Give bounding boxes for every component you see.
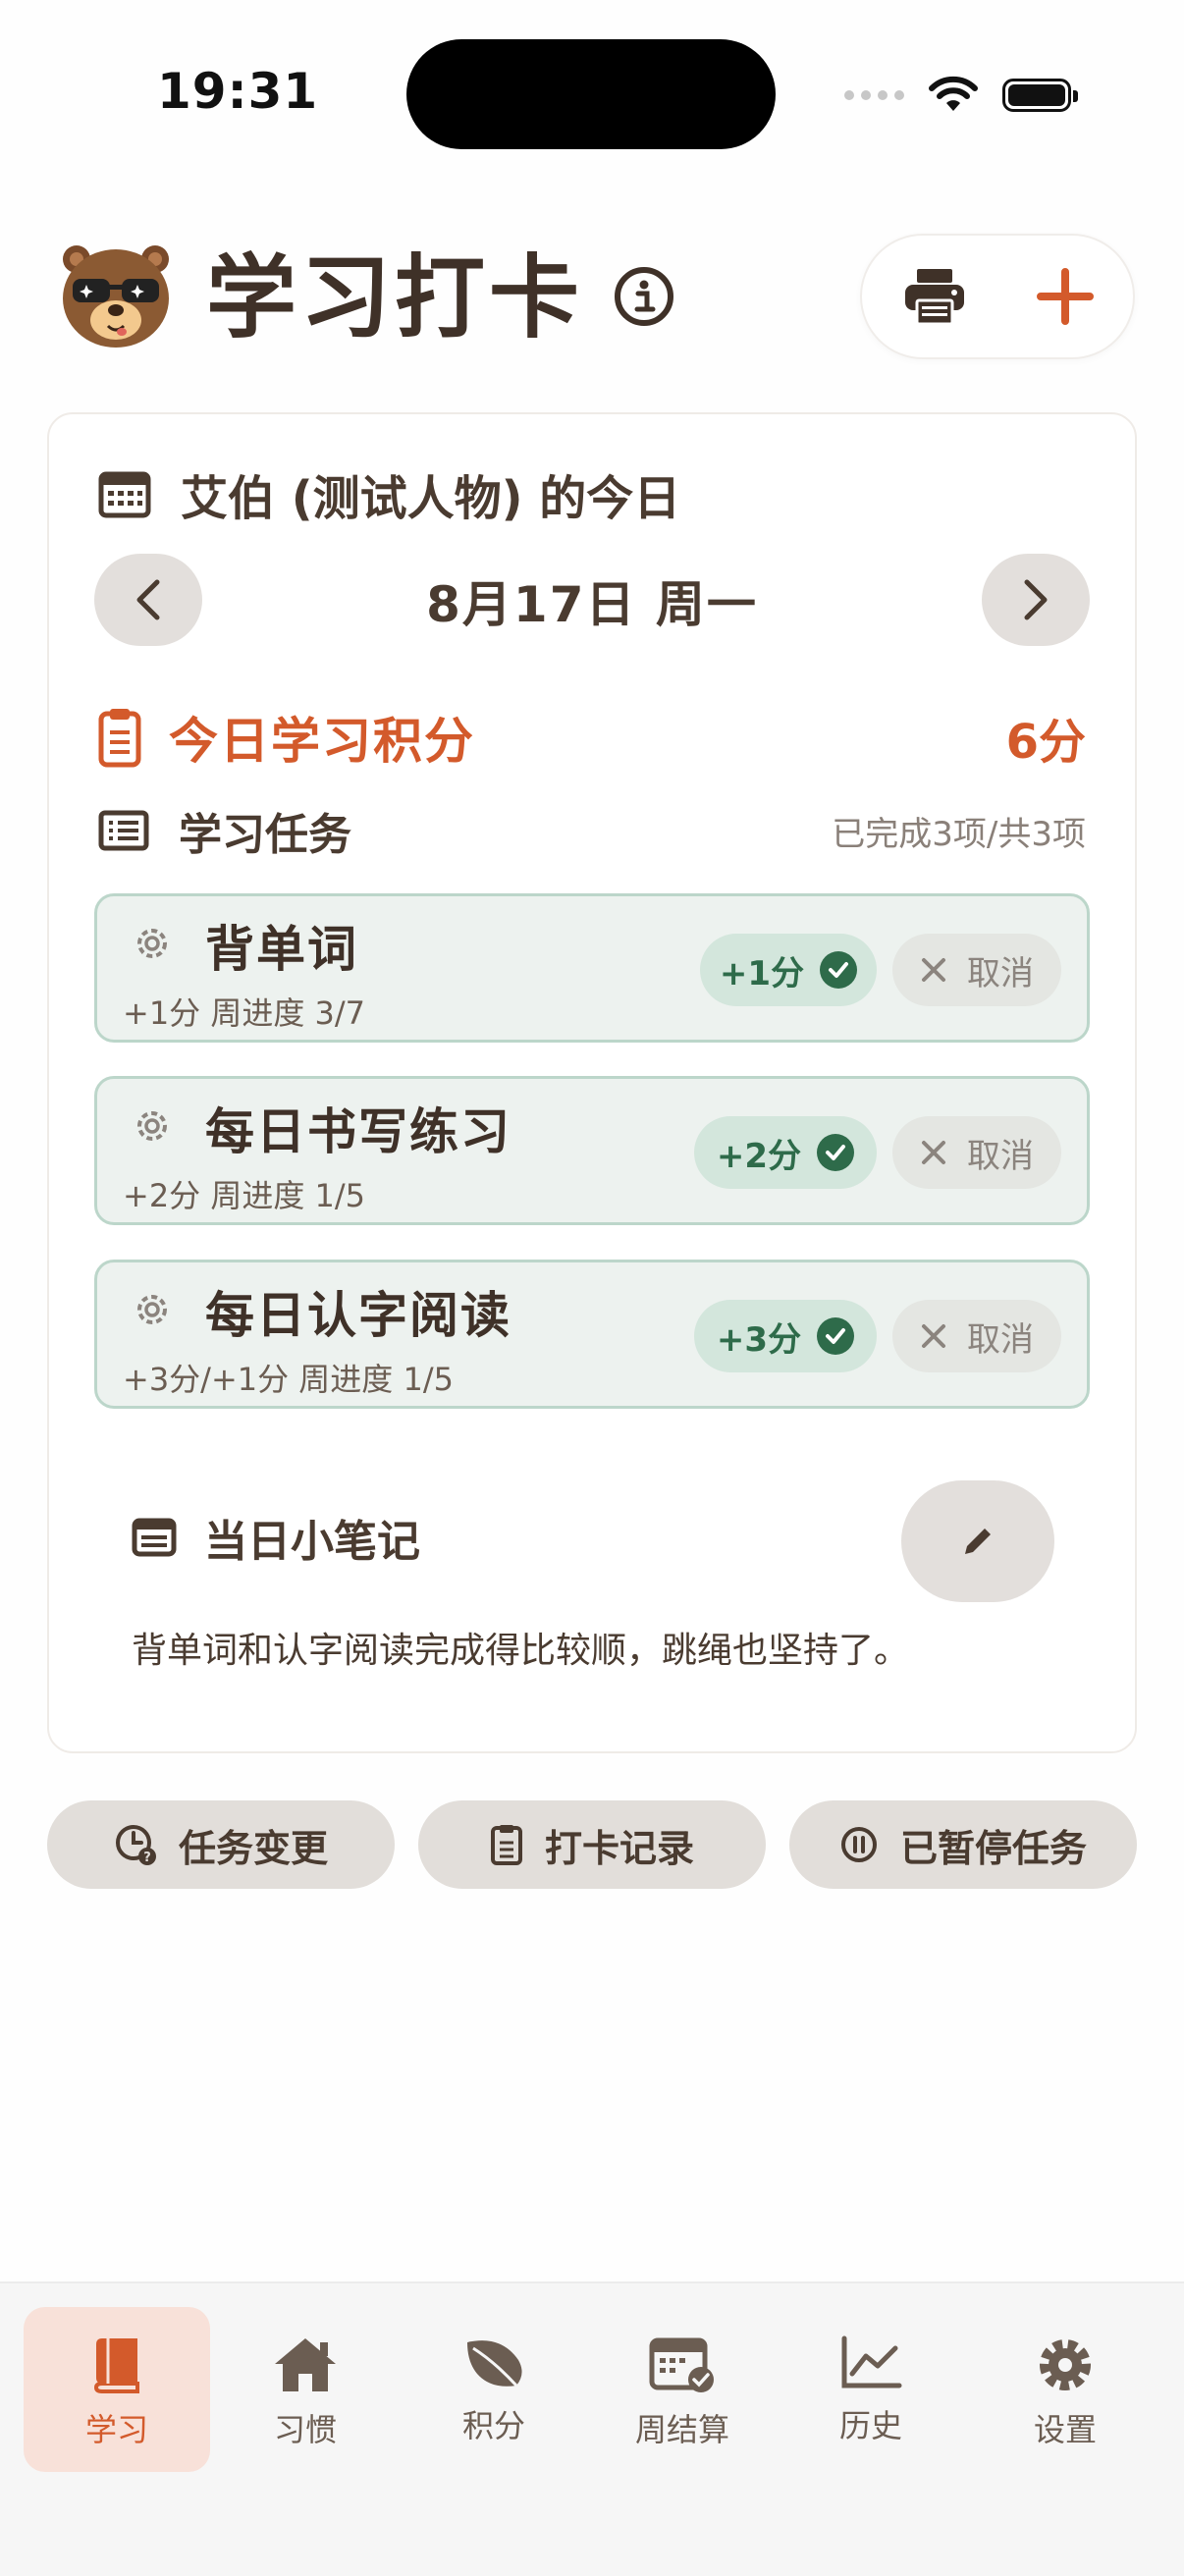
card-heading-text: 艾伯 (测试人物) 的今日 — [181, 471, 681, 526]
task-card[interactable]: 每日书写练习 +2分 周进度 1/5 +2分 取消 — [94, 1076, 1090, 1225]
task-card[interactable]: 每日认字阅读 +3分/+1分 周进度 1/5 +3分 取消 — [94, 1260, 1090, 1409]
task-name: 每日认字阅读 — [205, 1287, 511, 1344]
check-circle-icon — [817, 1317, 855, 1355]
checkin-records-label: 打卡记录 — [544, 1826, 694, 1870]
task-points: +2分 — [716, 1136, 802, 1176]
tab-habits[interactable]: 习惯 — [212, 2307, 399, 2472]
info-icon[interactable] — [613, 265, 675, 328]
calendar-check-icon — [649, 2337, 714, 2392]
task-cancel-label: 取消 — [967, 953, 1034, 993]
close-icon — [922, 1324, 945, 1348]
gear-icon[interactable] — [133, 1290, 172, 1329]
notes-title: 当日小笔记 — [204, 1517, 420, 1567]
status-time: 19:31 — [157, 63, 319, 120]
book-icon — [93, 2338, 139, 2393]
task-cancel-button[interactable]: 取消 — [892, 934, 1061, 1006]
note-icon — [132, 1518, 177, 1557]
signal-icon — [844, 90, 904, 100]
line-chart-icon — [841, 2335, 902, 2388]
task-done-badge[interactable]: +3分 — [694, 1300, 877, 1372]
daily-score-row: 今日学习积分 6分 — [98, 703, 1086, 772]
tab-history-label: 历史 — [838, 2407, 902, 2444]
list-icon — [98, 810, 149, 851]
task-cancel-label: 取消 — [967, 1319, 1034, 1360]
leaf-icon — [467, 2340, 522, 2388]
prev-day-button[interactable] — [94, 554, 202, 646]
next-day-button[interactable] — [982, 554, 1090, 646]
task-meta: +2分 周进度 1/5 — [123, 1177, 366, 1214]
task-meta: +3分/+1分 周进度 1/5 — [123, 1361, 454, 1398]
tasks-summary: 已完成3项/共3项 — [832, 814, 1086, 854]
dynamic-island — [406, 39, 776, 149]
task-done-badge[interactable]: +2分 — [694, 1116, 877, 1189]
date-label: 8月17日 周一 — [426, 576, 758, 633]
chevron-left-icon — [136, 579, 160, 620]
task-card[interactable]: 背单词 +1分 周进度 3/7 +1分 取消 — [94, 893, 1090, 1043]
tab-points[interactable]: 积分 — [401, 2307, 587, 2472]
tab-habits-label: 习惯 — [273, 2411, 337, 2448]
tab-weekly-settlement[interactable]: 周结算 — [589, 2307, 776, 2472]
task-done-badge[interactable]: +1分 — [700, 934, 877, 1006]
tab-study-label: 学习 — [84, 2411, 148, 2448]
task-name: 每日书写练习 — [205, 1103, 511, 1160]
score-value: 6分 — [1005, 715, 1086, 770]
page-title: 学习打卡 — [206, 245, 584, 350]
check-circle-icon — [817, 1134, 855, 1171]
gear-icon — [1040, 2339, 1091, 2390]
tab-points-label: 积分 — [461, 2407, 525, 2444]
task-cancel-label: 取消 — [967, 1136, 1034, 1176]
task-change-label: 任务变更 — [178, 1826, 328, 1870]
task-name: 背单词 — [205, 921, 358, 978]
tab-settings[interactable]: 设置 — [972, 2307, 1158, 2472]
wifi-icon — [929, 76, 978, 111]
task-change-button[interactable]: ? 任务变更 — [47, 1800, 395, 1889]
paused-tasks-label: 已暂停任务 — [899, 1826, 1087, 1870]
clipboard-list-icon — [98, 709, 141, 768]
task-points: +3分 — [716, 1319, 802, 1360]
close-icon — [922, 1141, 945, 1164]
printer-icon[interactable] — [903, 267, 966, 326]
tab-weekly-settlement-label: 周结算 — [634, 2411, 729, 2448]
tab-bar: 学习 习惯 积分 周结算 历史 设置 — [0, 2281, 1184, 2576]
tab-history[interactable]: 历史 — [778, 2307, 964, 2472]
tab-study[interactable]: 学习 — [24, 2307, 210, 2472]
check-circle-icon — [820, 951, 858, 989]
home-icon — [275, 2338, 336, 2391]
notes-header: 当日小笔记 — [132, 1506, 420, 1569]
pencil-icon — [965, 1529, 991, 1554]
clock-question-icon: ? — [115, 1825, 156, 1865]
tasks-title: 学习任务 — [179, 810, 351, 860]
task-cancel-button[interactable]: 取消 — [892, 1300, 1061, 1372]
task-meta: +1分 周进度 3/7 — [123, 994, 366, 1032]
svg-text:?: ? — [143, 1851, 151, 1865]
clipboard-icon — [490, 1825, 522, 1865]
add-icon[interactable] — [1037, 268, 1094, 325]
status-icons — [844, 69, 1078, 122]
bear-avatar — [63, 245, 169, 348]
card-heading: 艾伯 (测试人物) 的今日 — [98, 459, 680, 528]
battery-icon — [1002, 79, 1078, 112]
tasks-header: 学习任务 已完成3项/共3项 — [98, 801, 1086, 860]
task-points: +1分 — [719, 953, 805, 993]
checkin-records-button[interactable]: 打卡记录 — [418, 1800, 766, 1889]
pause-circle-icon — [840, 1827, 877, 1862]
paused-tasks-button[interactable]: 已暂停任务 — [789, 1800, 1137, 1889]
header-actions — [860, 234, 1135, 359]
close-icon — [922, 958, 945, 982]
gear-icon[interactable] — [133, 924, 172, 963]
calendar-icon — [98, 471, 151, 518]
tab-settings-label: 设置 — [1033, 2411, 1097, 2448]
task-cancel-button[interactable]: 取消 — [892, 1116, 1061, 1189]
chevron-right-icon — [1024, 579, 1048, 620]
notes-text: 背单词和认字阅读完成得比较顺，跳绳也坚持了。 — [132, 1631, 910, 1671]
gear-icon[interactable] — [133, 1106, 172, 1146]
edit-notes-button[interactable] — [901, 1480, 1054, 1602]
score-label: 今日学习积分 — [169, 713, 475, 770]
